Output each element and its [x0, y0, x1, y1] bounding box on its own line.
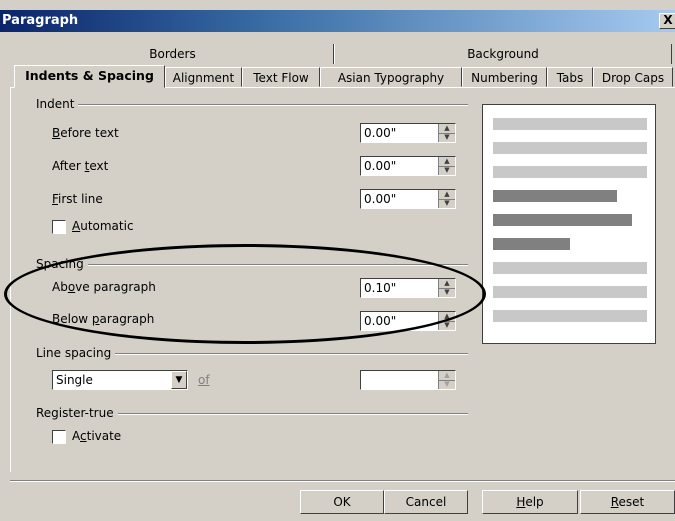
preview-line	[493, 166, 647, 178]
activate-label: Activate	[72, 429, 122, 443]
tab-tabs[interactable]: Tabs	[547, 67, 593, 87]
indent-group-label: Indent	[36, 97, 79, 111]
line-spacing-value-spin[interactable]: ▲ ▼	[360, 370, 456, 390]
spin-down-icon[interactable]: ▼	[439, 166, 455, 175]
tab-background[interactable]: Background	[334, 44, 672, 64]
spin-down-icon[interactable]: ▼	[439, 199, 455, 208]
spin-down-icon[interactable]: ▼	[439, 288, 455, 297]
above-paragraph-spin[interactable]: 0.10" ▲ ▼	[360, 278, 456, 298]
after-text-spin-buttons[interactable]: ▲ ▼	[438, 157, 455, 175]
line-spacing-selected[interactable]: Single	[56, 373, 93, 387]
preview-line	[493, 238, 570, 250]
line-spacing-group-label: Line spacing	[36, 346, 116, 360]
below-paragraph-value[interactable]: 0.00"	[364, 314, 396, 328]
automatic-label: Automatic	[72, 219, 134, 233]
preview-line	[493, 190, 617, 202]
bottom-separator	[10, 480, 675, 482]
first-line-spin-buttons[interactable]: ▲ ▼	[438, 190, 455, 208]
after-text-label: After text	[52, 159, 109, 173]
close-button[interactable]: X	[659, 13, 675, 29]
spacing-group-label: Spacing	[36, 257, 88, 271]
register-true-group-label: Register-true	[36, 406, 118, 420]
tab-numbering[interactable]: Numbering	[462, 67, 547, 87]
before-text-spin-buttons[interactable]: ▲ ▼	[438, 124, 455, 142]
before-text-value[interactable]: 0.00"	[364, 126, 396, 140]
preview-line	[493, 118, 647, 130]
preview-line	[493, 286, 647, 298]
spin-down-icon[interactable]: ▼	[439, 380, 455, 389]
help-button[interactable]: Help	[482, 490, 578, 514]
indent-group-line	[36, 104, 468, 106]
chevron-down-icon[interactable]: ▼	[171, 371, 187, 389]
first-line-label: First line	[52, 192, 103, 206]
before-text-spin[interactable]: 0.00" ▲ ▼	[360, 123, 456, 143]
above-paragraph-label: Above paragraph	[52, 280, 156, 294]
of-label-text: of	[198, 373, 210, 387]
ok-button[interactable]: OK	[300, 490, 384, 514]
below-paragraph-spin-buttons[interactable]: ▲ ▼	[438, 312, 455, 330]
tab-alignment[interactable]: Alignment	[165, 67, 242, 87]
dialog-title: Paragraph	[2, 13, 79, 28]
spin-down-icon[interactable]: ▼	[439, 321, 455, 330]
activate-checkbox[interactable]	[52, 430, 66, 444]
after-text-value[interactable]: 0.00"	[364, 159, 396, 173]
first-line-value[interactable]: 0.00"	[364, 192, 396, 206]
preview-line	[493, 214, 632, 226]
title-bar[interactable]: Paragraph X	[0, 10, 675, 32]
below-paragraph-spin[interactable]: 0.00" ▲ ▼	[360, 311, 456, 331]
spin-down-icon[interactable]: ▼	[439, 133, 455, 142]
below-paragraph-label: Below paragraph	[52, 312, 155, 326]
line-spacing-select[interactable]: Single ▼	[52, 370, 188, 390]
tab-indents-spacing[interactable]: Indents & Spacing	[14, 65, 165, 88]
tab-text-flow[interactable]: Text Flow	[242, 67, 320, 87]
tab-asian-typography[interactable]: Asian Typography	[320, 67, 462, 87]
after-text-spin[interactable]: 0.00" ▲ ▼	[360, 156, 456, 176]
preview-line	[493, 310, 647, 322]
above-paragraph-value[interactable]: 0.10"	[364, 281, 396, 295]
cancel-button[interactable]: Cancel	[384, 490, 468, 514]
above-paragraph-spin-buttons[interactable]: ▲ ▼	[438, 279, 455, 297]
before-text-label: Before text	[52, 126, 119, 140]
spacing-group-line	[36, 264, 468, 266]
preview-line	[493, 262, 647, 274]
tab-drop-caps[interactable]: Drop Caps	[593, 67, 673, 87]
paragraph-dialog: Paragraph X Borders Background Indents &…	[0, 0, 675, 521]
first-line-spin[interactable]: 0.00" ▲ ▼	[360, 189, 456, 209]
of-label: of	[198, 373, 210, 387]
reset-button[interactable]: Reset	[580, 490, 675, 514]
tab-borders[interactable]: Borders	[12, 44, 334, 64]
automatic-checkbox[interactable]	[52, 220, 66, 234]
preview-line	[493, 142, 647, 154]
paragraph-preview	[482, 104, 656, 344]
line-spacing-spin-buttons[interactable]: ▲ ▼	[438, 371, 455, 389]
